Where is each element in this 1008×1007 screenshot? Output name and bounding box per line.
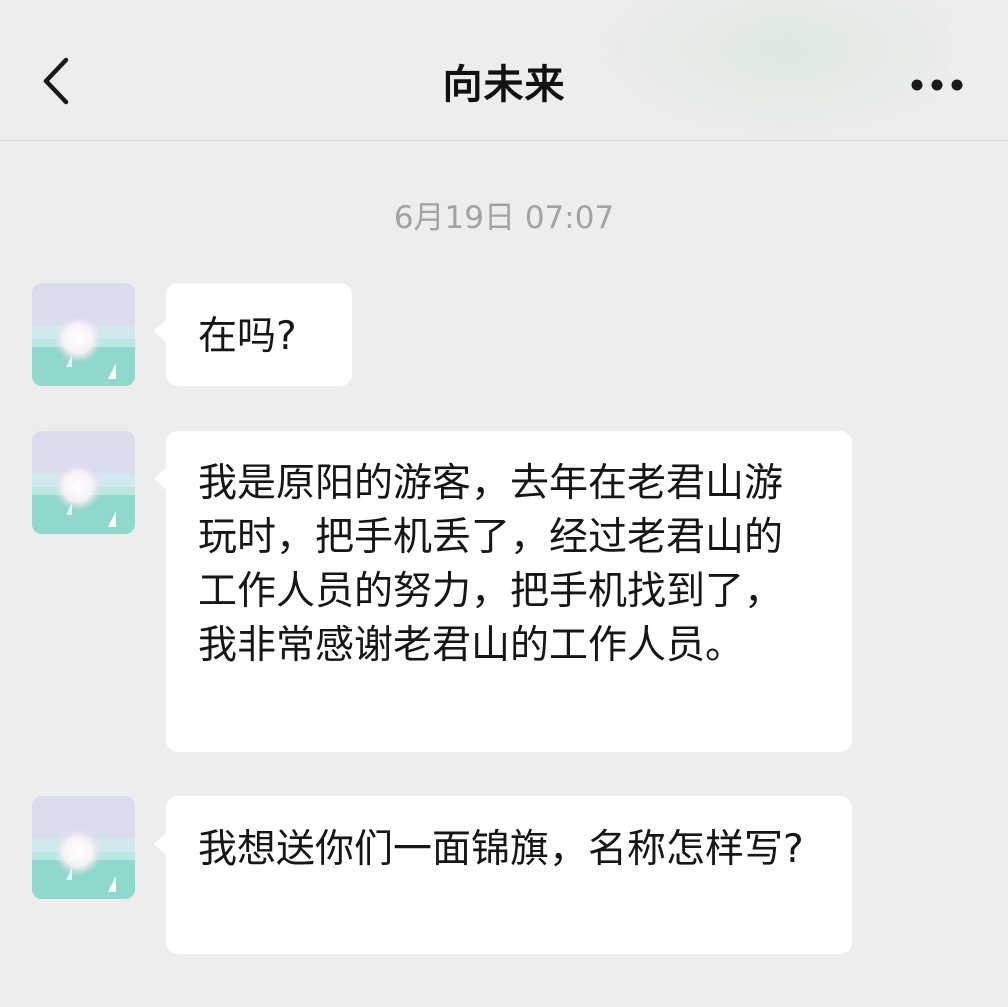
avatar-image [32, 796, 135, 899]
message-text: 我是原阳的游客，去年在老君山游玩时，把手机丢了，经过老君山的工作人员的努力，把手… [198, 461, 784, 668]
avatar[interactable] [32, 796, 135, 899]
message-bubble[interactable]: 我想送你们一面锦旗，名称怎样写? [154, 796, 852, 954]
chat-title: 向未来 [442, 62, 566, 108]
avatar[interactable] [32, 283, 135, 386]
avatar[interactable] [32, 431, 135, 534]
avatar-image [32, 283, 135, 386]
more-horizontal-icon [902, 79, 972, 114]
message-bubble[interactable]: 我是原阳的游客，去年在老君山游玩时，把手机丢了，经过老君山的工作人员的努力，把手… [154, 431, 852, 752]
message-timestamp: 6月19日 07:07 [393, 200, 615, 236]
more-options-button[interactable] [902, 60, 972, 110]
message-bubble[interactable]: 在吗? [154, 283, 352, 386]
chat-header: 向未来 [0, 0, 1008, 141]
avatar-image [32, 431, 135, 534]
message-text: 我想送你们一面锦旗，名称怎样写? [198, 827, 804, 872]
message-text: 在吗? [198, 314, 297, 359]
